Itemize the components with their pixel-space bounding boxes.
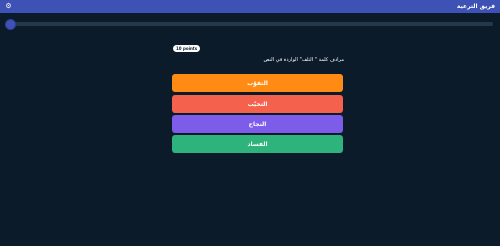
answer-option-1[interactable]: التفوّب [172, 74, 343, 92]
answer-option-label: الفساد [247, 140, 268, 148]
answer-option-label: التخيّب [247, 100, 268, 108]
progress-thumb [6, 20, 15, 29]
question-text: مرادف كلمة " التلف" الواردة في النص [263, 57, 344, 63]
answer-option-label: النجاح [248, 120, 267, 128]
app-title: فريق الترعية [456, 3, 495, 10]
points-badge: 10 points [173, 45, 201, 52]
app-header: ⚙ فريق الترعية [0, 0, 500, 13]
gear-icon[interactable]: ⚙ [5, 3, 12, 10]
answer-option-3[interactable]: النجاح [172, 115, 343, 133]
progress-track [7, 22, 493, 26]
answer-option-4[interactable]: الفساد [172, 135, 343, 153]
answer-option-2[interactable]: التخيّب [172, 95, 343, 113]
answer-option-label: التفوّب [247, 79, 268, 87]
